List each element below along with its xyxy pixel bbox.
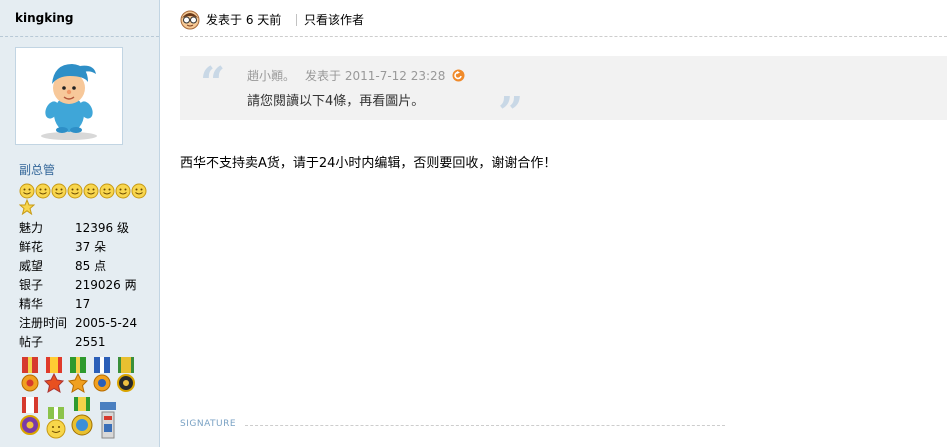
stat-label: 魅力 xyxy=(19,221,44,235)
stat-value: 2551 xyxy=(75,335,106,349)
username-link[interactable]: kingking xyxy=(15,11,73,25)
close-quote-icon: ” xyxy=(498,88,524,139)
star-rank-icon xyxy=(19,199,35,215)
divider xyxy=(180,36,947,37)
stat-label: 鲜花 xyxy=(19,240,44,254)
smiley-rank-icon xyxy=(131,183,147,199)
user-group-link[interactable]: 副总管 xyxy=(19,161,55,178)
medal-icon[interactable] xyxy=(19,397,41,437)
open-quote-icon: “ xyxy=(200,58,226,109)
stat-value: 17 xyxy=(75,297,91,311)
stat-value: 2005-5-24 xyxy=(75,316,138,330)
smiley-rank-icon xyxy=(115,183,131,199)
smiley-rank-icon xyxy=(35,183,51,199)
medal-icon[interactable] xyxy=(91,357,113,397)
smiley-rank-icon xyxy=(67,183,83,199)
user-sidebar: kingking 副总管 魅力 12396 级 鲜花 37 朵 威望 85 点 … xyxy=(0,0,160,447)
medal-icon[interactable] xyxy=(67,357,89,397)
stat-value: 37 朵 xyxy=(75,240,107,254)
smiley-rank-icon xyxy=(99,183,115,199)
jump-to-post-icon[interactable] xyxy=(452,69,465,82)
smiley-rank-icon xyxy=(83,183,99,199)
stat-value: 85 点 xyxy=(75,259,107,273)
stat-label: 帖子 xyxy=(19,335,44,349)
stat-label: 威望 xyxy=(19,259,44,273)
quote-text: 請您閱讀以下4條，再看圖片。 xyxy=(247,94,425,109)
stat-value: 12396 级 xyxy=(75,221,129,235)
smiley-rank-icon xyxy=(51,183,67,199)
signature-divider xyxy=(245,425,725,426)
quote-meta: 趙小顚。 发表于 2011-7-12 23:28 xyxy=(247,67,455,84)
user-online-icon xyxy=(180,10,200,30)
quote-block: “ ” 趙小顚。 发表于 2011-7-12 23:28 請您閱讀以下4條，再看圖… xyxy=(180,56,947,139)
medal-icon[interactable] xyxy=(19,357,41,397)
avatar[interactable] xyxy=(15,47,123,145)
medal-icon[interactable] xyxy=(43,357,65,397)
only-author-link[interactable]: 只看该作者 xyxy=(304,8,364,32)
stat-label: 银子 xyxy=(19,278,44,292)
medal-icon[interactable] xyxy=(71,397,93,437)
medal-icon[interactable] xyxy=(45,407,67,447)
medal-icon[interactable] xyxy=(115,357,137,397)
rank-icons xyxy=(19,183,154,215)
smiley-rank-icon xyxy=(19,183,35,199)
quote-time: 发表于 2011-7-12 23:28 xyxy=(305,69,446,83)
quote-author: 趙小顚。 xyxy=(247,69,296,83)
stat-label: 精华 xyxy=(19,297,44,311)
medal-icon[interactable] xyxy=(97,402,119,442)
post-time: 发表于 6 天前 xyxy=(206,13,282,27)
signature-label: SIGNATURE xyxy=(180,419,237,429)
stat-label: 注册时间 xyxy=(19,316,68,330)
separator xyxy=(296,14,297,26)
stat-value: 219026 两 xyxy=(75,278,137,292)
divider xyxy=(0,36,159,37)
post-message: 西华不支持卖A货，请于24小时内编辑，否则要回收，谢谢合作！ xyxy=(180,156,557,171)
